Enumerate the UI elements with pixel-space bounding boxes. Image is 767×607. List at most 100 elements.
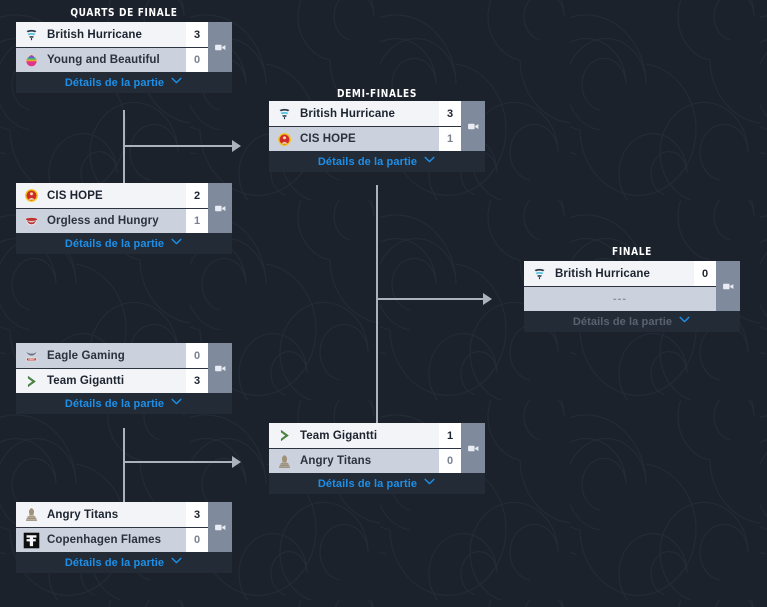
match-teams: British Hurricane 3 CIS HOPE 1 bbox=[269, 101, 461, 151]
video-camera-icon[interactable] bbox=[208, 22, 232, 72]
team-score: 0 bbox=[694, 261, 716, 286]
match-details-label: Détails de la partie bbox=[572, 315, 673, 328]
team-placeholder: --- bbox=[613, 293, 627, 305]
match-body: British Hurricane 0 --- bbox=[524, 261, 740, 311]
team-row[interactable]: British Hurricane 3 bbox=[16, 22, 208, 47]
chevron-down-icon bbox=[423, 475, 436, 493]
chevron-down-icon bbox=[170, 554, 183, 572]
round-title-final: FINALE bbox=[612, 245, 652, 258]
match-card-qf4[interactable]: Angry Titans 3 Copenhagen Flames 0 Détails d… bbox=[16, 502, 232, 573]
match-details-toggle[interactable]: Détails de la partie bbox=[16, 72, 232, 93]
team-gigantti-logo bbox=[18, 369, 44, 394]
match-card-qf2[interactable]: CIS HOPE 2 Orgless and Hungry 1 Détails de l… bbox=[16, 183, 232, 254]
match-teams: Team Gigantti 1 Angry Titans 0 bbox=[269, 423, 461, 473]
video-camera-icon[interactable] bbox=[716, 261, 740, 311]
team-score: 1 bbox=[439, 423, 461, 448]
match-details-toggle[interactable]: Détails de la partie bbox=[16, 552, 232, 573]
team-name: British Hurricane bbox=[47, 28, 143, 41]
match-card-qf1[interactable]: British Hurricane 3 Young and Beautiful 0 Dé… bbox=[16, 22, 232, 93]
team-row[interactable]: CIS HOPE 2 bbox=[16, 183, 208, 208]
match-details-toggle[interactable]: Détails de la partie bbox=[269, 473, 485, 494]
team-row[interactable]: Eagle Gaming 0 bbox=[16, 343, 208, 368]
match-details-label: Détails de la partie bbox=[64, 76, 165, 89]
team-name: CIS HOPE bbox=[47, 189, 103, 202]
match-body: Team Gigantti 1 Angry Titans 0 bbox=[269, 423, 485, 473]
british-hurricane-logo bbox=[526, 261, 552, 286]
cis-hope-logo bbox=[271, 127, 297, 152]
match-card-sf2[interactable]: Team Gigantti 1 Angry Titans 0 Détails de la… bbox=[269, 423, 485, 494]
match-teams: CIS HOPE 2 Orgless and Hungry 1 bbox=[16, 183, 208, 233]
match-teams: British Hurricane 3 Young and Beautiful 0 bbox=[16, 22, 208, 72]
team-name: Angry Titans bbox=[300, 455, 372, 467]
match-card-sf1[interactable]: British Hurricane 3 CIS HOPE 1 Détails de la… bbox=[269, 101, 485, 172]
team-row[interactable]: Angry Titans 0 bbox=[269, 448, 461, 473]
match-details-label: Détails de la partie bbox=[317, 477, 418, 490]
match-body: British Hurricane 3 Young and Beautiful 0 bbox=[16, 22, 232, 72]
team-row[interactable]: British Hurricane 3 bbox=[269, 101, 461, 126]
team-name: CIS HOPE bbox=[300, 133, 356, 145]
young-and-beautiful-logo bbox=[18, 48, 44, 73]
match-details-toggle[interactable]: Détails de la partie bbox=[269, 151, 485, 172]
video-camera-icon[interactable] bbox=[461, 423, 485, 473]
video-camera-icon[interactable] bbox=[208, 502, 232, 552]
match-details-toggle[interactable]: Détails de la partie bbox=[16, 393, 232, 414]
british-hurricane-logo bbox=[271, 101, 297, 126]
video-camera-icon[interactable] bbox=[208, 343, 232, 393]
team-row[interactable]: Angry Titans 3 bbox=[16, 502, 208, 527]
copenhagen-flames-logo bbox=[18, 528, 44, 553]
team-score: 3 bbox=[439, 101, 461, 126]
match-details-label: Détails de la partie bbox=[64, 556, 165, 569]
team-name: Young and Beautiful bbox=[47, 54, 160, 66]
match-body: Angry Titans 3 Copenhagen Flames 0 bbox=[16, 502, 232, 552]
match-body: CIS HOPE 2 Orgless and Hungry 1 bbox=[16, 183, 232, 233]
video-camera-icon[interactable] bbox=[208, 183, 232, 233]
chevron-down-icon bbox=[170, 235, 183, 253]
team-row[interactable]: Team Gigantti 3 bbox=[16, 368, 208, 393]
match-body: Eagle Gaming 0 Team Gigantti 3 bbox=[16, 343, 232, 393]
team-gigantti-logo bbox=[271, 423, 297, 448]
team-name: Angry Titans bbox=[47, 508, 119, 521]
round-title-semi: DEMI-FINALES bbox=[336, 87, 418, 100]
match-body: British Hurricane 3 CIS HOPE 1 bbox=[269, 101, 485, 151]
team-row[interactable]: CIS HOPE 1 bbox=[269, 126, 461, 151]
team-score: 0 bbox=[186, 343, 208, 368]
match-card-f1[interactable]: British Hurricane 0 --- Détails de la parti… bbox=[524, 261, 740, 332]
match-card-qf3[interactable]: Eagle Gaming 0 Team Gigantti 3 Détails de la… bbox=[16, 343, 232, 414]
match-details-toggle[interactable]: Détails de la partie bbox=[16, 233, 232, 254]
team-row[interactable]: Orgless and Hungry 1 bbox=[16, 208, 208, 233]
chevron-down-icon bbox=[678, 313, 691, 331]
team-row[interactable]: Copenhagen Flames 0 bbox=[16, 527, 208, 552]
team-score: 2 bbox=[186, 183, 208, 208]
team-score: 0 bbox=[186, 528, 208, 552]
team-row[interactable]: British Hurricane 0 bbox=[524, 261, 716, 286]
match-details-label: Détails de la partie bbox=[317, 155, 418, 168]
team-row[interactable]: --- bbox=[524, 286, 716, 311]
team-name: Orgless and Hungry bbox=[47, 215, 159, 227]
eagle-gaming-logo bbox=[18, 343, 44, 368]
cis-hope-logo bbox=[18, 183, 44, 208]
match-details-toggle[interactable]: Détails de la partie bbox=[524, 311, 740, 332]
team-score: 0 bbox=[186, 48, 208, 72]
match-teams: British Hurricane 0 --- bbox=[524, 261, 716, 311]
team-name: Eagle Gaming bbox=[47, 349, 125, 362]
team-name: British Hurricane bbox=[555, 267, 651, 280]
orgless-and-hungry-logo bbox=[18, 209, 44, 234]
angry-titans-logo bbox=[18, 502, 44, 527]
chevron-down-icon bbox=[170, 395, 183, 413]
british-hurricane-logo bbox=[18, 22, 44, 47]
video-camera-icon[interactable] bbox=[461, 101, 485, 151]
team-name: Team Gigantti bbox=[300, 429, 378, 442]
match-teams: Eagle Gaming 0 Team Gigantti 3 bbox=[16, 343, 208, 393]
team-score: 0 bbox=[439, 449, 461, 473]
team-row[interactable]: Young and Beautiful 0 bbox=[16, 47, 208, 72]
angry-titans-logo bbox=[271, 449, 297, 474]
team-score: 1 bbox=[439, 127, 461, 151]
chevron-down-icon bbox=[423, 153, 436, 171]
team-row[interactable]: Team Gigantti 1 bbox=[269, 423, 461, 448]
team-score: 3 bbox=[186, 369, 208, 393]
team-score: 1 bbox=[186, 209, 208, 233]
round-title-quarter: QUARTS DE FINALE bbox=[70, 6, 178, 19]
team-score: 3 bbox=[186, 502, 208, 527]
team-score: 3 bbox=[186, 22, 208, 47]
chevron-down-icon bbox=[170, 74, 183, 92]
